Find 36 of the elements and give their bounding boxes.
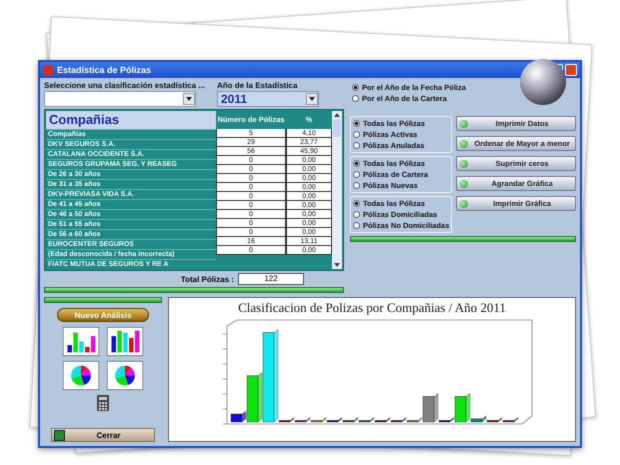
total-label: Total Pólizas : <box>180 274 234 284</box>
year-label: Año de la Estadística <box>216 81 298 90</box>
radio-button[interactable] <box>353 142 360 149</box>
radio-button[interactable] <box>353 211 360 218</box>
radio-button[interactable] <box>353 171 360 178</box>
bar-chart-icon[interactable] <box>107 327 143 356</box>
classification-label: Seleccione una clasificación estadística ... <box>44 81 205 90</box>
radio-button[interactable] <box>353 160 360 167</box>
led-icon <box>460 120 468 128</box>
led-icon <box>460 140 468 148</box>
chart-title: Clasificacion de Polizas por Compañias / Año 2011 <box>238 300 506 316</box>
radio-button[interactable] <box>353 120 360 127</box>
scrollbar[interactable] <box>332 111 342 269</box>
app-icon <box>43 65 53 75</box>
calculator-icon[interactable] <box>97 395 109 411</box>
led-icon <box>460 160 468 168</box>
year-dropdown[interactable]: 2011 <box>216 91 319 107</box>
close-icon[interactable] <box>565 64 577 76</box>
bar-chart-icon[interactable] <box>63 327 99 356</box>
scroll-thumb[interactable] <box>333 119 341 137</box>
radio-button[interactable] <box>353 131 360 138</box>
radio-button[interactable] <box>352 95 359 102</box>
radio-button[interactable] <box>353 200 360 207</box>
classification-heading: Compañias <box>46 111 216 129</box>
led-icon <box>460 200 468 208</box>
globe-icon <box>520 59 566 105</box>
led-icon <box>460 180 468 188</box>
pie-chart-icon[interactable] <box>63 361 99 390</box>
window-title: Estadística de Pólizas <box>57 65 152 75</box>
radio-button[interactable] <box>352 84 359 91</box>
radio-button[interactable] <box>353 182 360 189</box>
close-button[interactable]: Cerrar <box>51 428 155 442</box>
radio-button[interactable] <box>353 222 360 229</box>
total-field: 122 <box>238 273 304 285</box>
scroll-down-icon[interactable] <box>334 263 340 267</box>
pie-chart-icon[interactable] <box>107 361 143 390</box>
